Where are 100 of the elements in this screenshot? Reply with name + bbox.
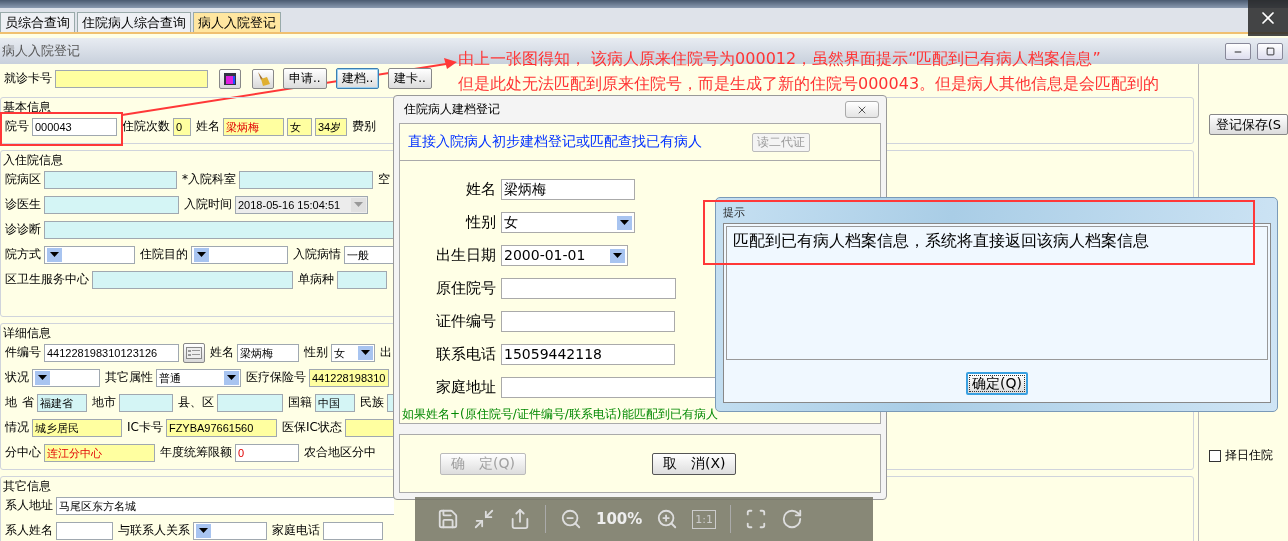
field-label: 姓名 bbox=[465, 180, 497, 200]
field-label: 农合地区分中 bbox=[304, 444, 376, 461]
schedule-checkbox[interactable]: 择日住院 bbox=[1208, 447, 1273, 464]
dialog-heading: 直接入院病人初步建档登记或匹配查找已有病人 bbox=[408, 133, 702, 152]
field-label: 诊诊断 bbox=[5, 221, 41, 238]
text-field[interactable] bbox=[501, 311, 675, 333]
resize-icon[interactable] bbox=[473, 508, 495, 530]
text-field[interactable]: 441228198310123126 bbox=[44, 343, 179, 362]
card-reader-button[interactable] bbox=[219, 68, 241, 89]
clear-button[interactable] bbox=[252, 68, 274, 89]
text-field[interactable]: 梁炳梅 bbox=[501, 179, 635, 201]
dropdown-field[interactable]: 女 bbox=[501, 212, 635, 234]
caret-icon bbox=[351, 197, 366, 212]
text-field[interactable] bbox=[119, 393, 173, 412]
field-label: 省 bbox=[22, 394, 34, 411]
dropdown-field[interactable]: 女 bbox=[331, 343, 375, 362]
zoom-level: 100% bbox=[596, 510, 643, 528]
cancel-button[interactable]: 取 消(X) bbox=[651, 452, 737, 475]
field-label: 证件编号 bbox=[435, 312, 497, 332]
field-label: 系人地址 bbox=[5, 497, 53, 514]
dropdown-field[interactable] bbox=[32, 368, 100, 387]
text-field[interactable] bbox=[92, 270, 293, 289]
hint-text: 如果姓名+(原住院号/证件编号/联系电话)能匹配到已有病人 bbox=[401, 406, 719, 424]
confirm-button[interactable]: 确定(Q) bbox=[966, 372, 1028, 395]
text-field[interactable]: 马尾区东方名城 bbox=[56, 496, 394, 515]
text-field[interactable]: 梁炳梅 bbox=[223, 117, 284, 136]
caret-icon bbox=[194, 247, 209, 262]
zoom-out-icon[interactable] bbox=[560, 508, 582, 530]
text-field[interactable] bbox=[337, 270, 387, 289]
caret-icon bbox=[196, 523, 211, 538]
text-field[interactable]: 15059442118 bbox=[501, 344, 675, 366]
share-icon[interactable] bbox=[509, 508, 531, 530]
field-label: 院病区 bbox=[5, 171, 41, 188]
toolbar-button[interactable]: 建档.. bbox=[335, 68, 380, 89]
text-field[interactable]: 女 bbox=[287, 117, 312, 136]
close-button[interactable] bbox=[1248, 0, 1288, 36]
field-label: 状况 bbox=[5, 369, 29, 386]
toolbar-button[interactable]: 建卡.. bbox=[388, 68, 432, 89]
field-label: 院方式 bbox=[5, 246, 41, 263]
caret-icon bbox=[224, 370, 239, 385]
text-field[interactable]: 0 bbox=[235, 443, 299, 462]
text-field[interactable] bbox=[44, 170, 177, 189]
text-field[interactable]: 000043 bbox=[32, 117, 117, 136]
group-title: 基本信息 bbox=[2, 100, 51, 114]
field-label: 系人姓名 bbox=[5, 522, 53, 539]
caret-icon bbox=[610, 248, 625, 263]
dropdown-field[interactable] bbox=[44, 245, 135, 264]
field-label: 就诊卡号 bbox=[4, 70, 52, 87]
field-label: 家庭地址 bbox=[435, 378, 497, 398]
group-title: 入住院信息 bbox=[2, 153, 63, 167]
dialog-title: 住院病人建档登记 bbox=[403, 101, 500, 119]
text-field[interactable] bbox=[55, 69, 208, 88]
field-label: 单病种 bbox=[298, 271, 334, 288]
text-field[interactable]: 城乡居民 bbox=[32, 418, 122, 437]
dropdown-field[interactable]: 2000-01-01 bbox=[501, 245, 628, 267]
field-label: 入院病情 bbox=[293, 246, 341, 263]
field-label: 情况 bbox=[5, 419, 29, 436]
text-field[interactable] bbox=[44, 195, 179, 214]
field-label: 姓名 bbox=[196, 118, 220, 135]
caret-icon bbox=[617, 215, 632, 230]
text-field[interactable] bbox=[323, 521, 383, 540]
text-field[interactable]: 0 bbox=[173, 117, 191, 136]
field-label: 区卫生服务中心 bbox=[5, 271, 89, 288]
text-field[interactable]: 连江分中心 bbox=[44, 443, 155, 462]
tab[interactable]: 住院病人综合查询 bbox=[77, 12, 191, 32]
text-field[interactable]: 441228198310 bbox=[309, 368, 389, 387]
text-field[interactable]: 34岁 bbox=[315, 117, 347, 136]
text-field[interactable]: 福建省 bbox=[37, 393, 87, 412]
rotate-icon[interactable] bbox=[781, 508, 804, 530]
text-field[interactable] bbox=[239, 170, 373, 189]
annotation-text: 但是此处无法匹配到原来住院号，而是生成了新的住院号000043。但是病人其他信息是会匹配到的 bbox=[458, 74, 1160, 93]
save-button[interactable]: 登记保存(S bbox=[1208, 114, 1288, 135]
id-card-button[interactable] bbox=[183, 342, 205, 363]
text-field[interactable] bbox=[44, 220, 394, 239]
text-field[interactable]: 一般 bbox=[344, 245, 394, 264]
save-icon[interactable] bbox=[437, 508, 459, 530]
restore-button[interactable] bbox=[1257, 43, 1283, 60]
tab[interactable]: 病人入院登记 bbox=[193, 12, 281, 32]
field-label: 国籍 bbox=[288, 394, 312, 411]
text-field[interactable]: FZYBA97661560 bbox=[165, 418, 277, 437]
text-field[interactable] bbox=[56, 521, 113, 540]
fit-screen-icon[interactable] bbox=[745, 508, 768, 530]
minimize-button[interactable] bbox=[1225, 43, 1251, 60]
dropdown-field[interactable] bbox=[191, 245, 288, 264]
field-label: 年度统筹限额 bbox=[160, 444, 232, 461]
text-field[interactable] bbox=[501, 278, 676, 300]
annotation-text: 由上一张图得知， 该病人原来住院号为000012，虽然界面提示“匹配到已有病人档案信息” bbox=[458, 49, 1102, 68]
dropdown-field[interactable]: 普通 bbox=[156, 368, 241, 387]
text-field[interactable]: 中国 bbox=[315, 393, 355, 412]
field-label: 出生日期 bbox=[435, 246, 497, 266]
dropdown-field[interactable]: 2018-05-16 15:04:51 bbox=[235, 195, 368, 214]
zoom-in-icon[interactable] bbox=[656, 508, 679, 530]
toolbar-button[interactable]: 申请.. bbox=[283, 68, 327, 89]
tab[interactable]: 员综合查询 bbox=[0, 12, 75, 32]
text-field[interactable]: 梁炳梅 bbox=[237, 343, 299, 362]
field-label: 地 bbox=[5, 394, 17, 411]
text-field[interactable] bbox=[344, 418, 394, 437]
field-label: 出 bbox=[380, 344, 392, 361]
dropdown-field[interactable] bbox=[193, 521, 267, 540]
text-field[interactable] bbox=[217, 393, 283, 412]
